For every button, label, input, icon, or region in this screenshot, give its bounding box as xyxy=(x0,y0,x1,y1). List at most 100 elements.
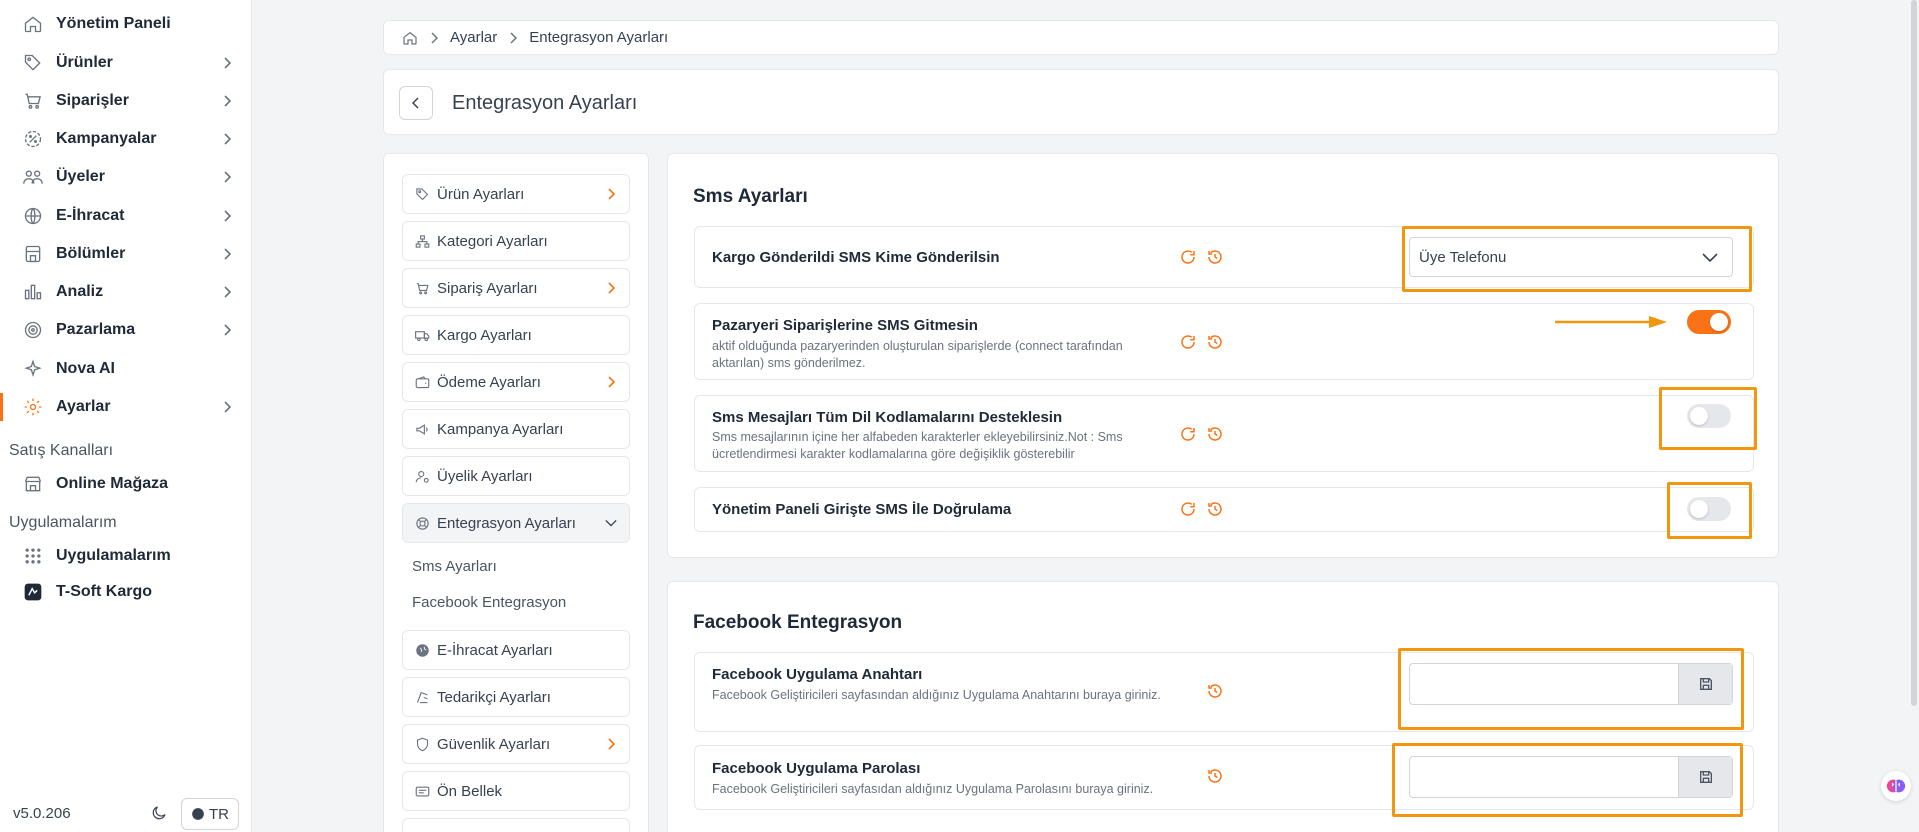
gear-icon xyxy=(22,396,44,418)
save-icon[interactable] xyxy=(1678,757,1732,797)
settings-nav-label: Kategori Ayarları xyxy=(437,232,548,250)
history-icon[interactable] xyxy=(1206,767,1224,785)
refresh-icon[interactable] xyxy=(1179,425,1197,443)
settings-nav-item-cargo[interactable]: Kargo Ayarları xyxy=(402,315,630,355)
target-icon xyxy=(22,319,44,341)
home-icon[interactable] xyxy=(402,30,418,46)
page-title: Entegrasyon Ayarları xyxy=(452,92,638,114)
admin-sms-verification-toggle[interactable] xyxy=(1687,497,1731,521)
sidebar-item-tsoft-kargo[interactable]: T-Soft Kargo xyxy=(0,574,252,610)
chevron-right-icon xyxy=(220,285,234,299)
settings-nav-label: Sipariş Ayarları xyxy=(437,279,538,297)
settings-nav-item-integration[interactable]: Entegrasyon Ayarları xyxy=(402,503,630,543)
sidebar-item-products[interactable]: Ürünler xyxy=(0,45,252,81)
back-button[interactable] xyxy=(399,86,433,120)
toggle-knob xyxy=(1710,313,1728,331)
settings-nav-item-payment[interactable]: Ödeme Ayarları xyxy=(402,362,630,402)
settings-nav-item-membership[interactable]: Üyelik Ayarları xyxy=(402,456,630,496)
settings-nav-label: Tedarikçi Ayarları xyxy=(437,688,551,706)
sidebar-item-marketing[interactable]: Pazarlama xyxy=(0,312,252,348)
sidebar-item-online-store[interactable]: Online Mağaza xyxy=(0,466,252,502)
settings-subnav-facebook[interactable]: Facebook Entegrasyon xyxy=(412,594,566,611)
breadcrumb-item[interactable]: Ayarlar xyxy=(450,29,497,46)
all-encodings-toggle[interactable] xyxy=(1687,404,1731,428)
sms-recipient-select[interactable]: Üye Telefonu xyxy=(1409,237,1733,277)
facebook-app-secret-input[interactable] xyxy=(1410,757,1680,797)
section-label-apps: Uygulamalarım xyxy=(9,514,117,531)
history-icon[interactable] xyxy=(1206,500,1224,518)
shield-icon xyxy=(414,736,430,752)
sidebar-item-analytics[interactable]: Analiz xyxy=(0,274,252,310)
chevron-right-icon xyxy=(220,400,234,414)
settings-nav-item-campaign[interactable]: Kampanya Ayarları xyxy=(402,409,630,449)
chevron-down-icon xyxy=(605,517,617,529)
sparkle-icon xyxy=(22,358,44,380)
ai-assistant-button[interactable] xyxy=(1881,771,1911,801)
settings-nav-item-partial[interactable] xyxy=(402,818,630,832)
refresh-icon[interactable] xyxy=(1179,248,1197,266)
sections-icon xyxy=(22,243,44,265)
apps-grid-icon xyxy=(22,545,44,567)
sidebar-item-members[interactable]: Üyeler xyxy=(0,159,252,195)
history-icon[interactable] xyxy=(1206,333,1224,351)
setting-title: Facebook Uygulama Anahtarı xyxy=(712,666,923,683)
settings-nav-item-security[interactable]: Güvenlik Ayarları xyxy=(402,724,630,764)
sidebar-item-label: Siparişler xyxy=(56,92,129,109)
scrollbar[interactable] xyxy=(1911,0,1917,706)
truck-icon xyxy=(414,327,430,343)
supplier-icon xyxy=(414,689,430,705)
toggle-knob xyxy=(1690,407,1708,425)
sidebar-item-label: Ürünler xyxy=(56,54,113,71)
sidebar-item-nova-ai[interactable]: Nova AI xyxy=(0,351,252,387)
marketplace-sms-toggle[interactable] xyxy=(1687,310,1731,334)
chevron-right-icon xyxy=(605,376,617,388)
chevron-right-icon xyxy=(220,56,234,70)
sidebar-item-label: E-İhracat xyxy=(56,207,125,224)
settings-nav-item-category[interactable]: Kategori Ayarları xyxy=(402,221,630,261)
setting-title: Pazaryeri Siparişlerine SMS Gitmesin xyxy=(712,317,978,334)
hierarchy-icon xyxy=(414,233,430,249)
refresh-icon[interactable] xyxy=(1179,333,1197,351)
setting-row: Sms Mesajları Tüm Dil Kodlamalarını Dest… xyxy=(694,395,1754,472)
settings-nav-item-supplier[interactable]: Tedarikçi Ayarları xyxy=(402,677,630,717)
setting-row: Facebook Uygulama Parolası Facebook Geli… xyxy=(694,745,1754,810)
chevron-right-icon xyxy=(220,132,234,146)
sidebar-item-label: Online Mağaza xyxy=(56,475,169,492)
page-header: Entegrasyon Ayarları xyxy=(383,69,1779,135)
refresh-icon[interactable] xyxy=(1179,500,1197,518)
sidebar-item-label: Nova AI xyxy=(56,360,115,377)
globe-icon xyxy=(414,642,430,658)
settings-nav-label: Ödeme Ayarları xyxy=(437,373,541,391)
settings-nav-item-export[interactable]: E-İhracat Ayarları xyxy=(402,630,630,670)
sidebar: Yönetim Paneli Ürünler Siparişler Kampan… xyxy=(0,0,252,832)
card-title: Facebook Entegrasyon xyxy=(693,612,903,633)
history-icon[interactable] xyxy=(1206,682,1224,700)
history-icon[interactable] xyxy=(1206,425,1224,443)
history-icon[interactable] xyxy=(1206,248,1224,266)
settings-nav-item-cache[interactable]: Ön Bellek xyxy=(402,771,630,811)
chevron-right-icon xyxy=(220,323,234,337)
sidebar-item-export[interactable]: E-İhracat xyxy=(0,198,252,234)
sidebar-item-orders[interactable]: Siparişler xyxy=(0,83,252,119)
settings-subnav-sms[interactable]: Sms Ayarları xyxy=(412,558,497,575)
sidebar-item-dashboard[interactable]: Yönetim Paneli xyxy=(0,6,252,42)
select-value: Üye Telefonu xyxy=(1419,248,1507,266)
setting-title: Kargo Gönderildi SMS Kime Gönderilsin xyxy=(712,249,1000,266)
moon-icon[interactable] xyxy=(148,802,170,824)
sidebar-item-label: Pazarlama xyxy=(56,321,136,338)
facebook-app-key-input[interactable] xyxy=(1410,664,1680,704)
settings-nav-item-product[interactable]: Ürün Ayarları xyxy=(402,174,630,214)
breadcrumb-item-current: Entegrasyon Ayarları xyxy=(529,29,669,46)
user-settings-icon xyxy=(414,468,430,484)
sidebar-item-my-apps[interactable]: Uygulamalarım xyxy=(0,538,252,574)
sidebar-item-sections[interactable]: Bölümler xyxy=(0,236,252,272)
sidebar-item-label: Uygulamalarım xyxy=(56,547,171,564)
sidebar-item-campaigns[interactable]: Kampanyalar xyxy=(0,121,252,157)
setting-row: Kargo Gönderildi SMS Kime Gönderilsin Üy… xyxy=(694,226,1754,288)
save-icon[interactable] xyxy=(1678,664,1732,704)
sidebar-item-settings[interactable]: Ayarlar xyxy=(0,389,252,425)
sidebar-item-label: Kampanyalar xyxy=(56,130,157,147)
chevron-down-icon xyxy=(1702,250,1718,266)
language-button[interactable]: TR xyxy=(181,798,239,830)
settings-nav-item-order[interactable]: Sipariş Ayarları xyxy=(402,268,630,308)
